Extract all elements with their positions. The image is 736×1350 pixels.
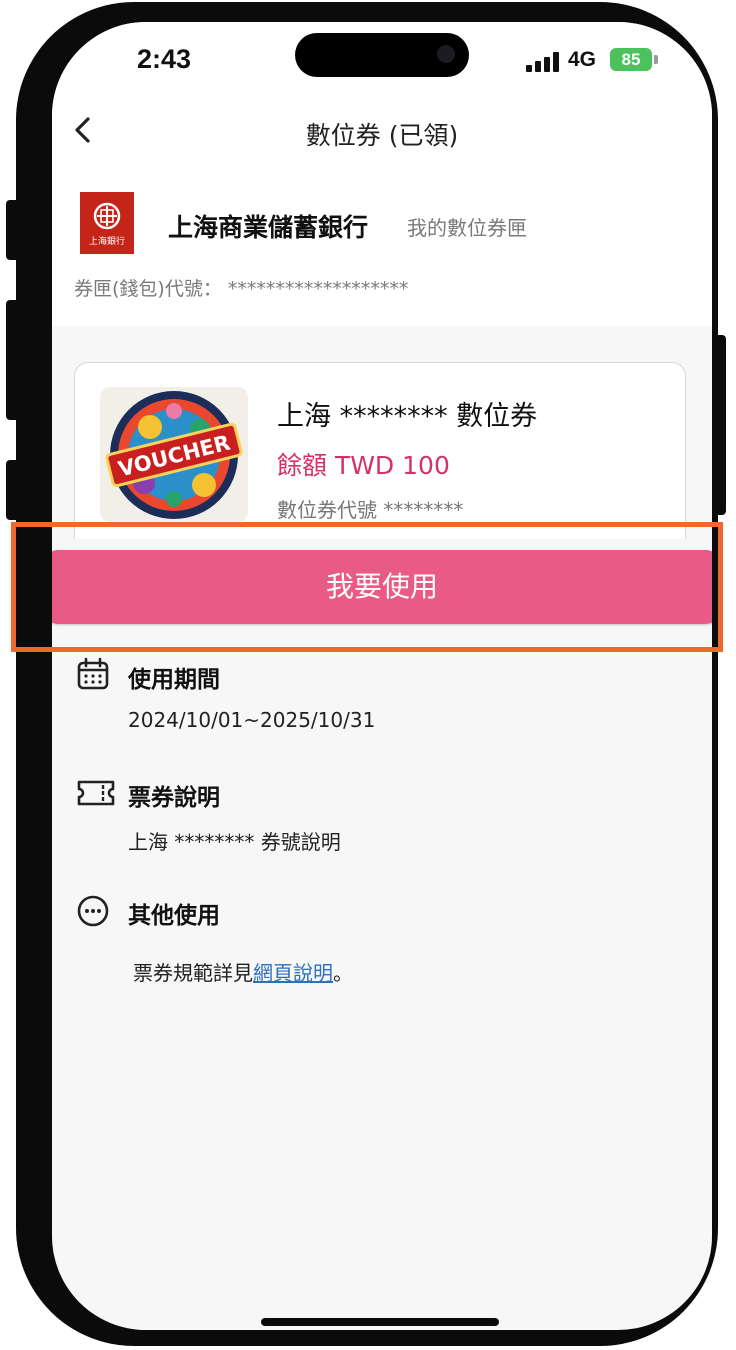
wallet-code-label: 券匣(錢包)代號： [74, 278, 222, 300]
other-usage-text: 票券規範詳見網頁說明。 [133, 957, 353, 986]
wallet-code-value: ******************* [227, 278, 409, 300]
voucher-code: 數位券代號 ******** [277, 494, 463, 523]
highlight-box [11, 522, 723, 652]
wallet-code: 券匣(錢包)代號： ******************* [74, 274, 408, 301]
more-dots-icon [77, 895, 109, 927]
usage-period-text: 2024/10/01~2025/10/31 [128, 708, 376, 732]
bank-name: 上海商業儲蓄銀行 [168, 213, 369, 242]
voucher-title: 上海 ******** 數位券 [277, 401, 538, 432]
other-usage-title: 其他使用 [128, 903, 220, 929]
dynamic-island [295, 33, 469, 77]
voucher-image: VOUCHER [100, 387, 248, 522]
other-usage-suffix: 。 [333, 961, 353, 985]
calendar-icon [77, 657, 109, 690]
bank-logo: 上海銀行 [80, 192, 134, 254]
home-indicator [261, 1318, 499, 1326]
svg-text:上海銀行: 上海銀行 [89, 235, 125, 247]
bank-subtitle: 我的數位券匣 [407, 216, 527, 240]
voucher-code-label: 數位券代號 [277, 498, 377, 522]
ticket-icon [77, 780, 115, 806]
status-bar: 2:43 4G 85 [52, 22, 712, 102]
phone-frame: 2:43 4G 85 數位券 (已領) 上海銀行 上海商業儲蓄銀行 我的數位券匣… [16, 2, 718, 1346]
signal-icon [526, 52, 560, 72]
page-title: 數位券 (已領) [305, 121, 459, 150]
other-usage-prefix: 票券規範詳見 [133, 961, 253, 985]
status-time: 2:43 [137, 44, 192, 74]
battery-tip [654, 55, 658, 64]
usage-period-title: 使用期間 [128, 667, 220, 693]
ticket-description-text: 上海 ******** 券號說明 [128, 830, 341, 854]
voucher-balance: 餘額 TWD 100 [277, 451, 450, 480]
voucher-code-value: ******** [383, 498, 464, 522]
ticket-description-title: 票券說明 [128, 785, 220, 811]
network-type: 4G [568, 48, 597, 71]
battery-icon: 85 [610, 48, 652, 71]
web-description-link[interactable]: 網頁說明 [253, 961, 333, 985]
screen: 2:43 4G 85 數位券 (已領) 上海銀行 上海商業儲蓄銀行 我的數位券匣… [52, 22, 712, 1330]
camera-icon [437, 45, 455, 63]
